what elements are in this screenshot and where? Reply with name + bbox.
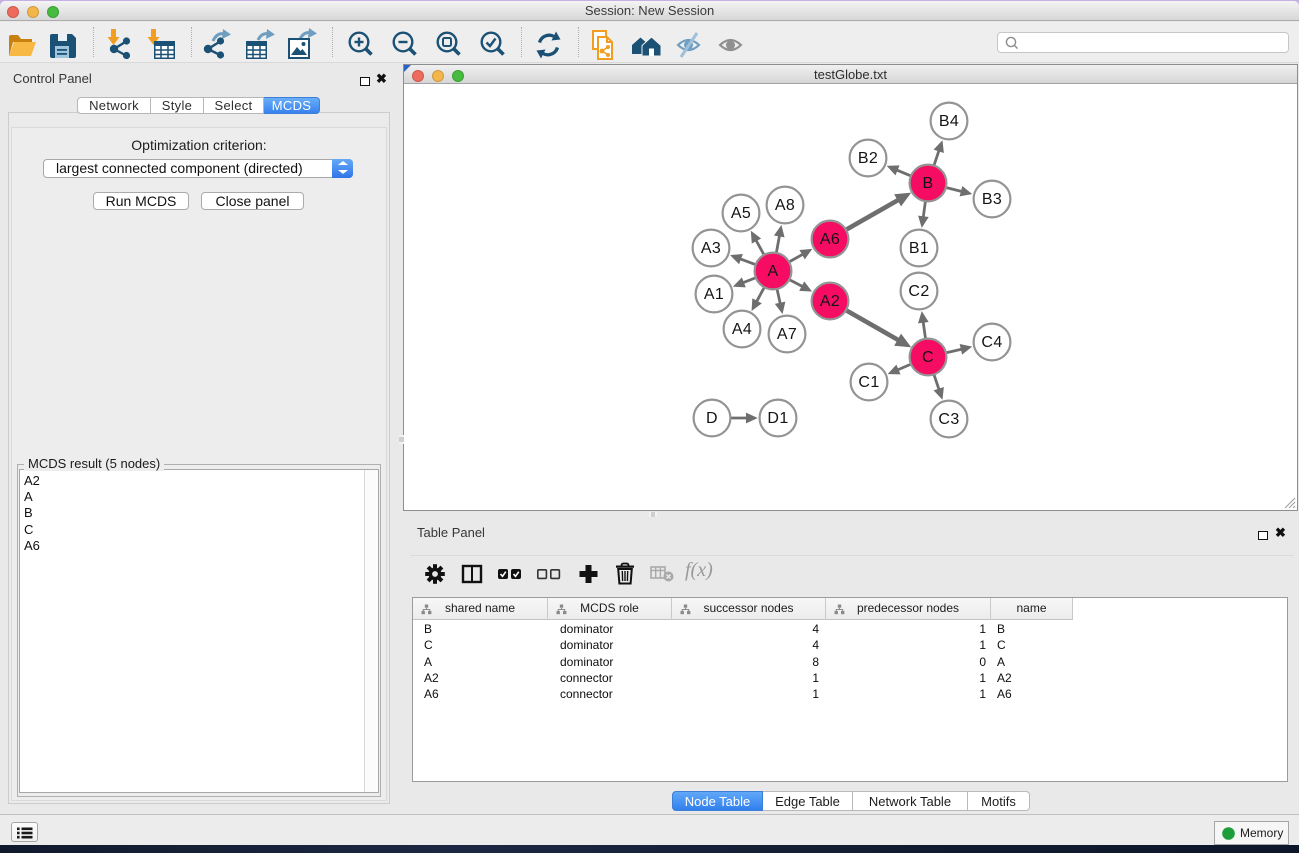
svg-text:D1: D1 xyxy=(767,410,788,427)
svg-text:B3: B3 xyxy=(982,191,1002,208)
svg-text:A7: A7 xyxy=(777,326,797,343)
svg-text:A6: A6 xyxy=(820,231,840,248)
svg-text:B2: B2 xyxy=(858,150,878,167)
svg-text:A4: A4 xyxy=(732,321,752,338)
svg-text:C: C xyxy=(922,349,934,366)
svg-text:D: D xyxy=(706,410,718,427)
svg-text:C2: C2 xyxy=(908,283,929,300)
svg-text:C1: C1 xyxy=(858,374,879,391)
svg-text:C4: C4 xyxy=(981,334,1002,351)
svg-text:C3: C3 xyxy=(938,411,959,428)
svg-text:A: A xyxy=(767,263,778,280)
svg-text:A1: A1 xyxy=(704,286,724,303)
svg-text:A3: A3 xyxy=(701,240,721,257)
svg-text:B4: B4 xyxy=(939,113,959,130)
svg-text:B1: B1 xyxy=(909,240,929,257)
svg-text:A5: A5 xyxy=(731,205,751,222)
svg-text:A2: A2 xyxy=(820,293,840,310)
svg-text:B: B xyxy=(922,175,933,192)
svg-text:A8: A8 xyxy=(775,197,795,214)
